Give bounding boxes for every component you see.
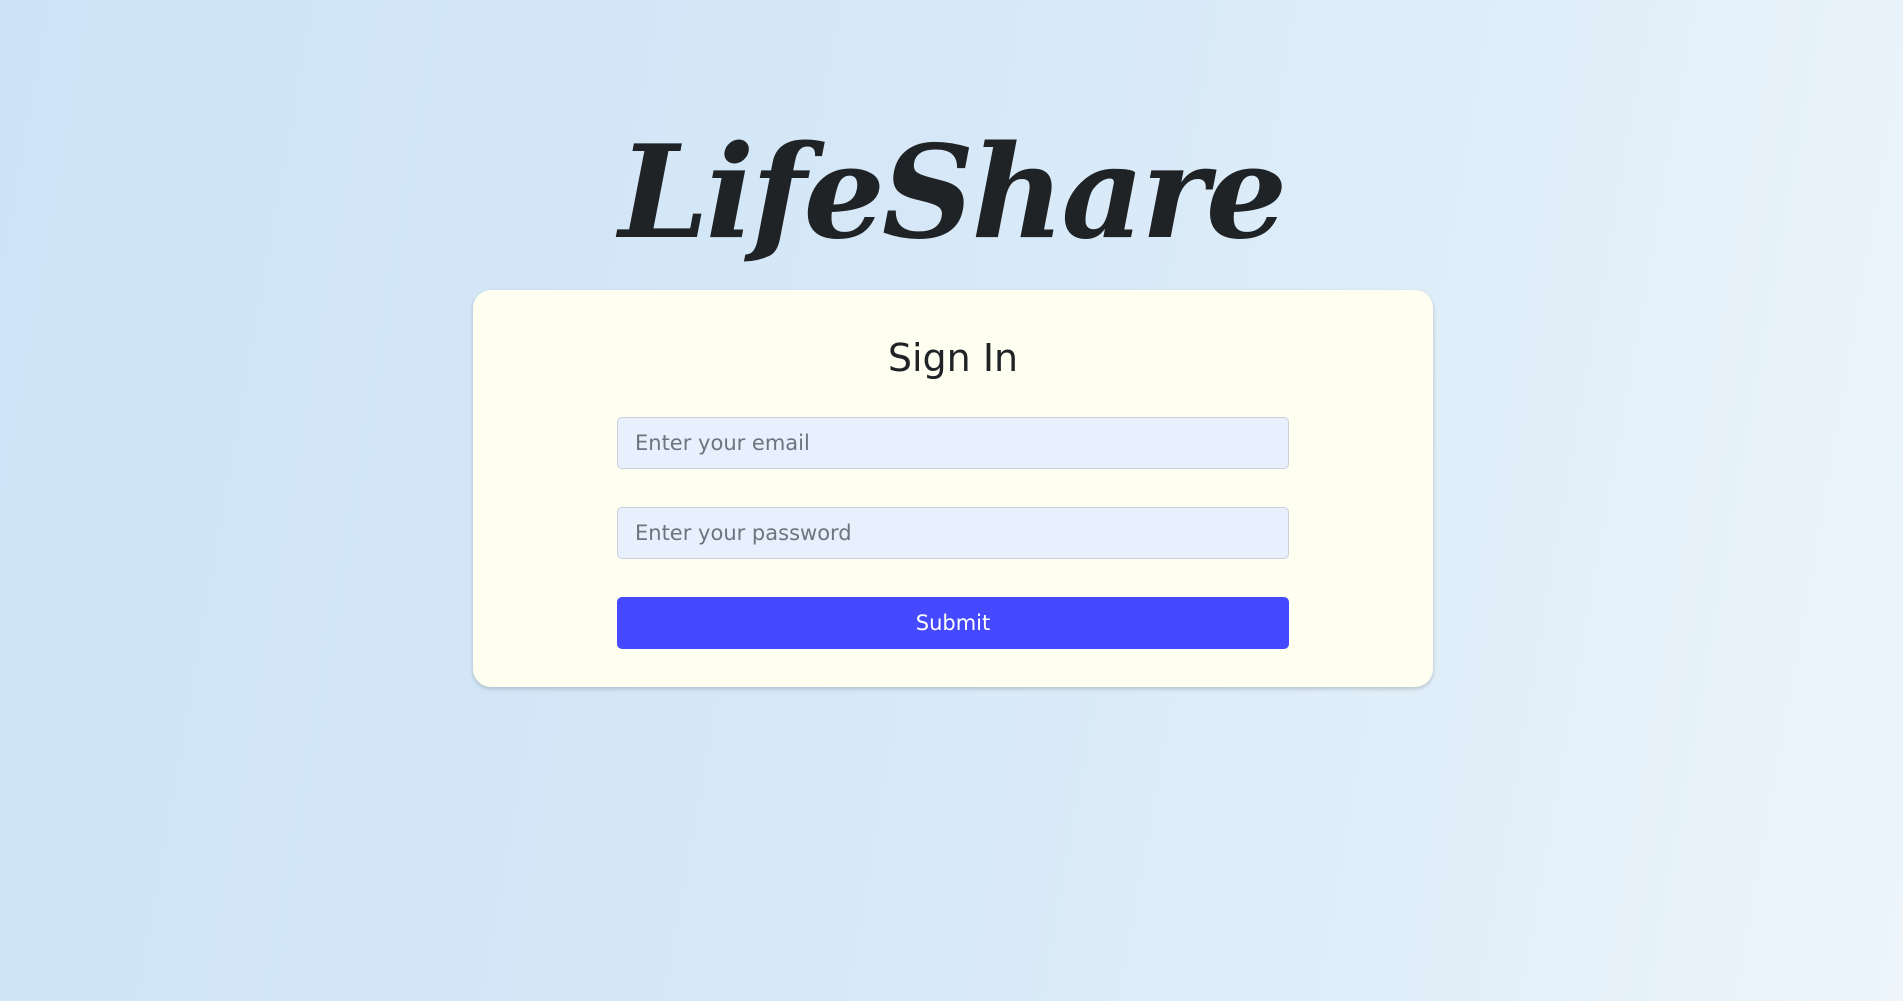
- password-input[interactable]: [617, 507, 1289, 559]
- submit-button[interactable]: Submit: [617, 597, 1289, 649]
- signin-title: Sign In: [887, 336, 1019, 380]
- lifeshare-logo: LifeShare: [618, 118, 1287, 268]
- signin-card: Sign In Submit: [473, 290, 1433, 687]
- email-input[interactable]: [617, 417, 1289, 469]
